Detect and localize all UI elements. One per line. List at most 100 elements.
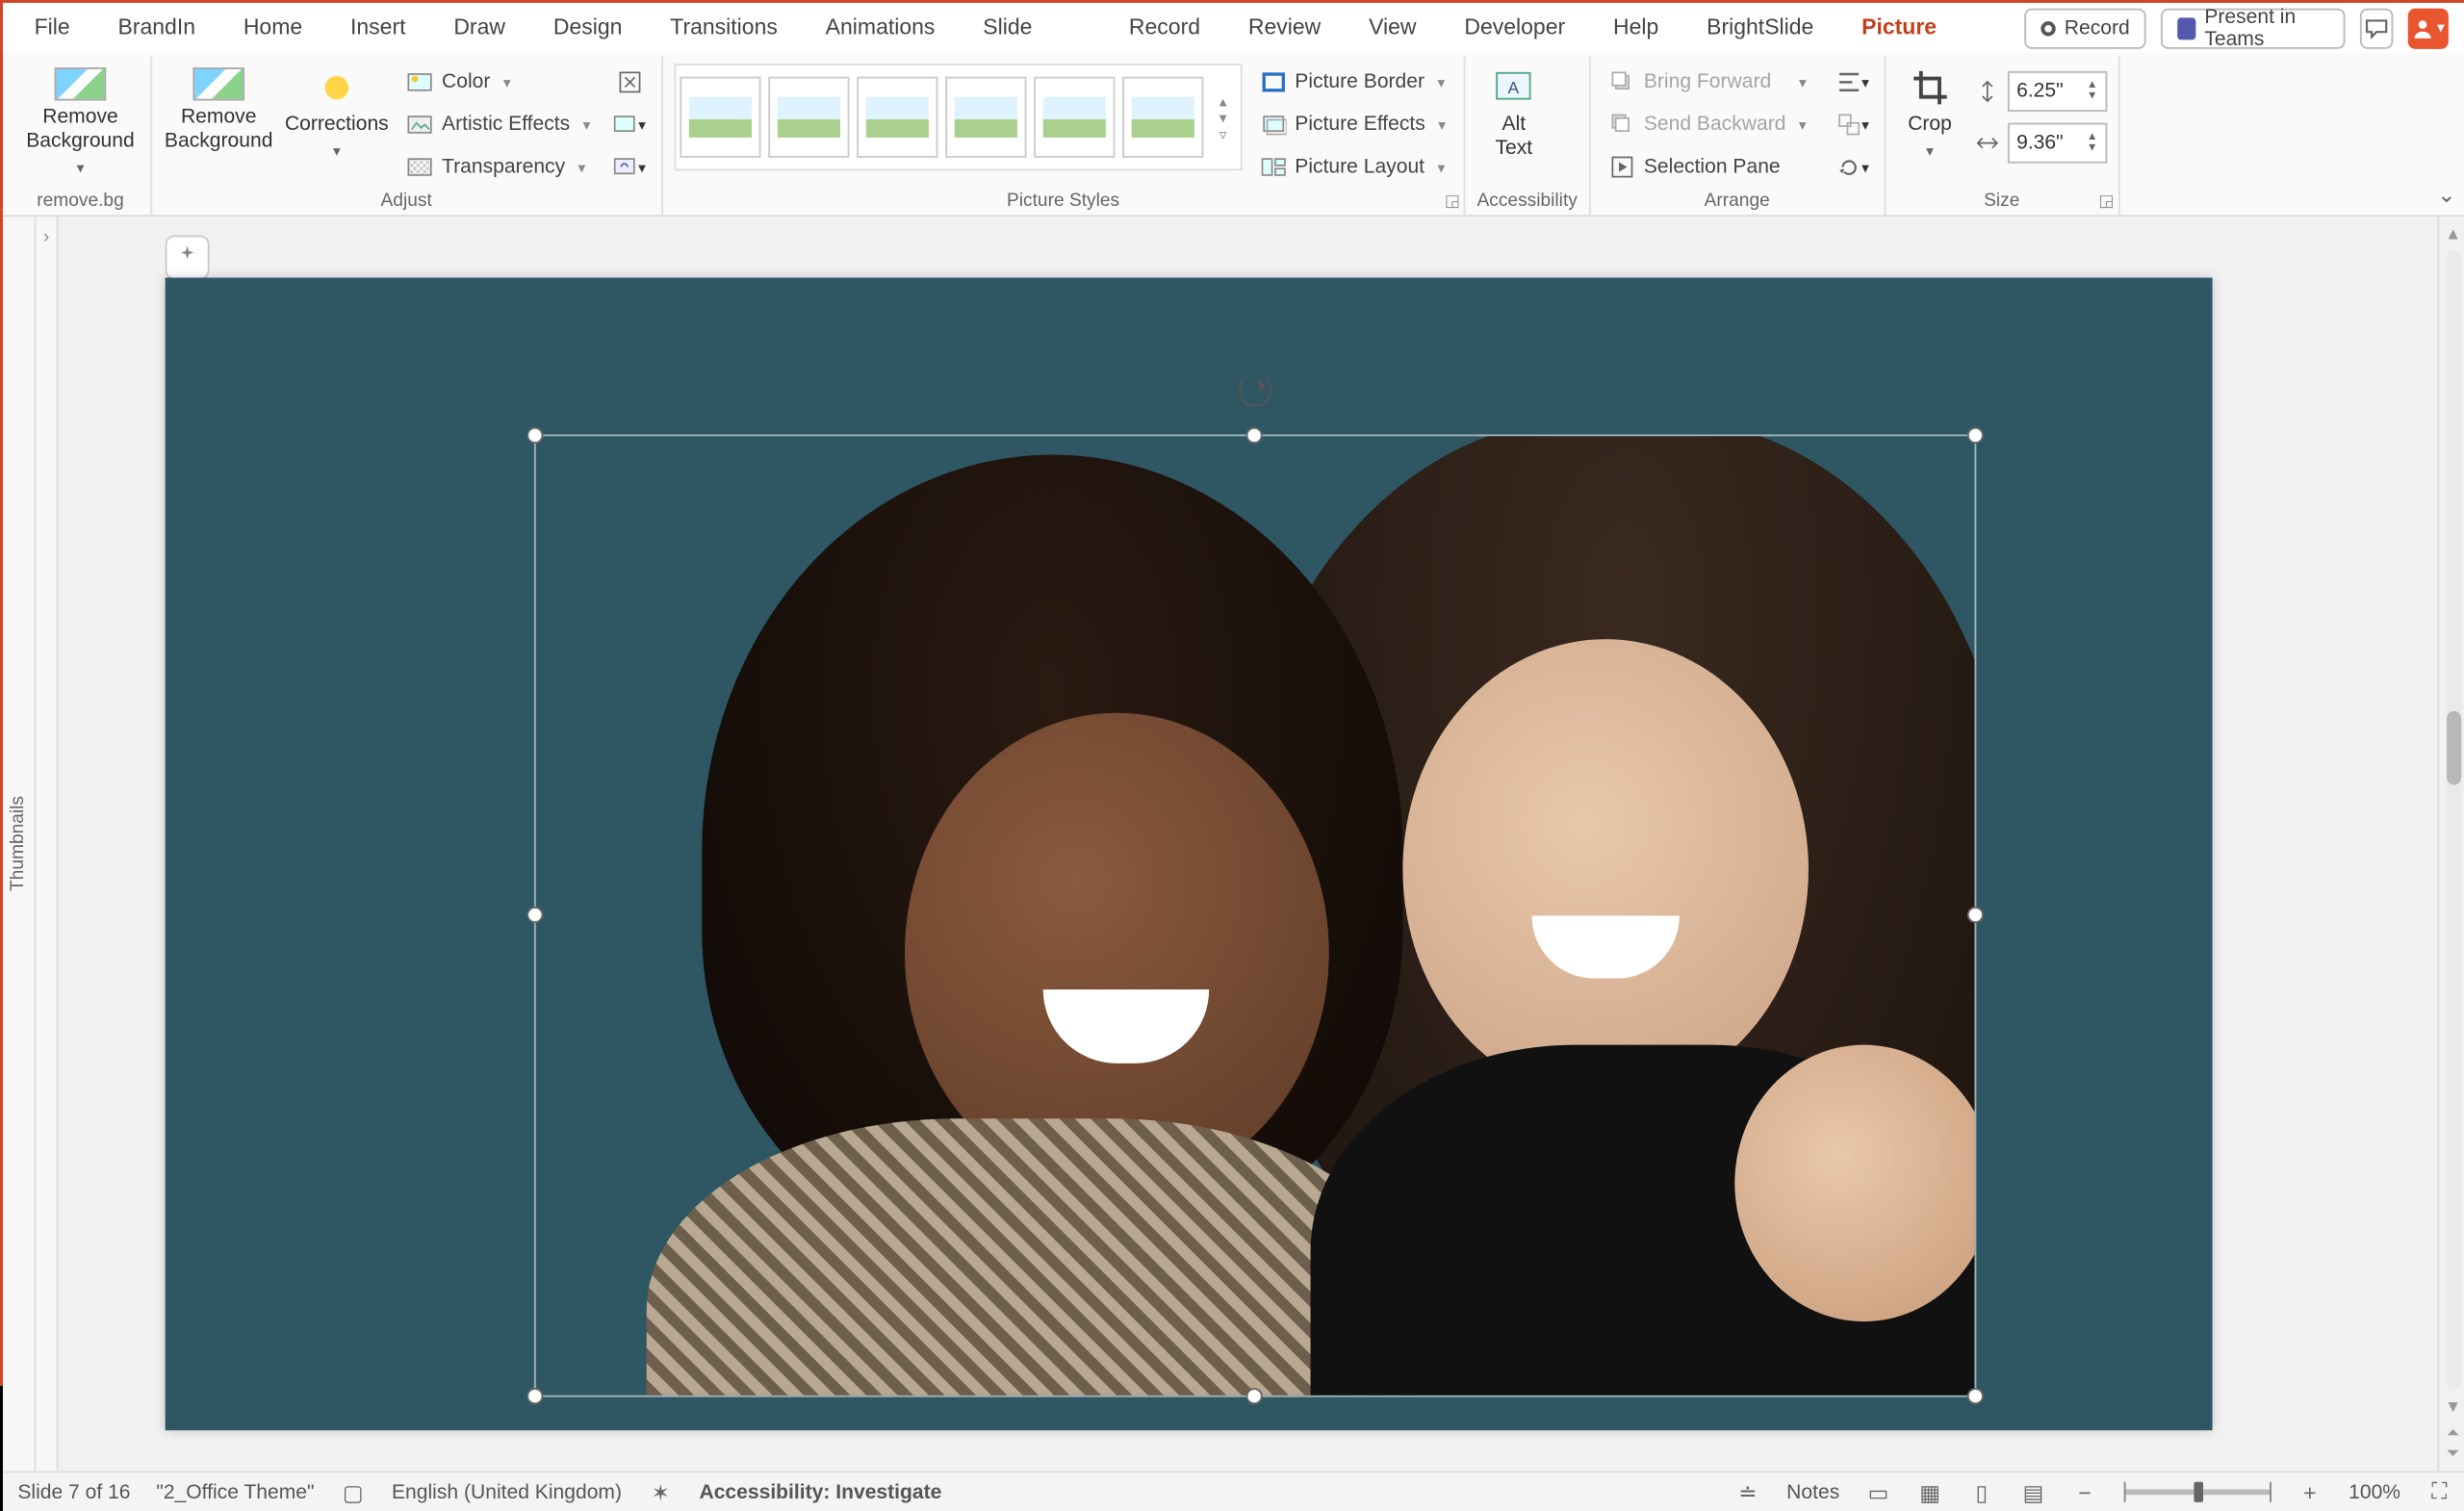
reset-picture-button[interactable]: ▾: [608, 148, 649, 185]
comments-button[interactable]: [2359, 8, 2392, 48]
picture-border-button[interactable]: Picture Border▾: [1252, 64, 1452, 100]
notes-button[interactable]: Notes: [1786, 1481, 1839, 1503]
scroll-up-icon[interactable]: ▲: [2445, 224, 2461, 243]
height-spinner[interactable]: ▲▼: [2087, 80, 2097, 102]
resize-handle-bl[interactable]: [526, 1388, 543, 1404]
picture-effects-button[interactable]: Picture Effects▾: [1252, 106, 1452, 142]
fit-to-window-button[interactable]: ⛶: [2426, 1479, 2452, 1505]
resize-handle-tr[interactable]: [1967, 427, 1984, 444]
resize-handle-tl[interactable]: [526, 427, 543, 444]
picture-styles-gallery[interactable]: ▴▾▿: [674, 64, 1242, 170]
thumbnails-expand[interactable]: ›: [36, 217, 58, 1471]
style-option[interactable]: [1121, 77, 1202, 158]
style-option[interactable]: [1033, 77, 1114, 158]
tab-insert[interactable]: Insert: [326, 3, 429, 53]
style-option[interactable]: [767, 77, 848, 158]
zoom-slider[interactable]: [2123, 1489, 2271, 1495]
corrections-button[interactable]: Corrections ▾: [285, 64, 388, 160]
scroll-thumb[interactable]: [2446, 711, 2460, 785]
artistic-effects-button[interactable]: Artistic Effects▾: [399, 106, 598, 142]
scroll-down-icon[interactable]: ▼: [2445, 1397, 2461, 1416]
slide[interactable]: [166, 278, 2213, 1431]
height-field[interactable]: 6.25"▲▼: [1974, 71, 2107, 112]
width-spinner[interactable]: ▲▼: [2087, 132, 2097, 154]
tab-brightslide[interactable]: BrightSlide: [1682, 3, 1837, 53]
align-button[interactable]: ▾: [1832, 64, 1872, 100]
reading-view-icon[interactable]: ▯: [1968, 1479, 1994, 1505]
record-button[interactable]: Record: [2024, 8, 2146, 48]
picture-layout-button[interactable]: Picture Layout▾: [1252, 148, 1452, 185]
tab-draw[interactable]: Draw: [429, 3, 529, 53]
styles-dialog-launcher[interactable]: ◲: [1445, 191, 1460, 211]
tab-record[interactable]: Record: [1105, 3, 1224, 53]
workspace: Thumbnails ›: [3, 217, 2464, 1471]
transparency-button[interactable]: Transparency▾: [399, 148, 598, 185]
normal-view-icon[interactable]: ▭: [1865, 1479, 1891, 1505]
resize-handle-b[interactable]: [1246, 1388, 1263, 1404]
removebg-button[interactable]: Remove Background ▾: [21, 64, 140, 176]
zoom-out-button[interactable]: −: [2072, 1479, 2098, 1505]
inserted-picture[interactable]: [536, 436, 1975, 1395]
chevron-down-icon: ▾: [578, 159, 586, 175]
group-button[interactable]: ▾: [1832, 106, 1872, 142]
size-dialog-launcher[interactable]: ◲: [2098, 191, 2114, 211]
zoom-value[interactable]: 100%: [2348, 1481, 2400, 1503]
crop-button[interactable]: Crop ▾: [1897, 64, 1964, 160]
tab-animations[interactable]: Animations: [802, 3, 960, 53]
style-option[interactable]: [679, 77, 759, 158]
change-picture-button[interactable]: ▾: [608, 106, 649, 142]
designer-suggestion-button[interactable]: [166, 235, 210, 279]
language-indicator[interactable]: English (United Kingdom): [392, 1481, 622, 1503]
style-option[interactable]: [856, 77, 937, 158]
tab-home[interactable]: Home: [219, 3, 326, 53]
spellcheck-icon[interactable]: ▢: [340, 1479, 366, 1505]
slide-canvas-area[interactable]: [58, 217, 2437, 1471]
collapse-ribbon-button[interactable]: ⌄: [2437, 182, 2455, 208]
style-option[interactable]: [944, 77, 1025, 158]
slideshow-view-icon[interactable]: ▤: [2020, 1479, 2046, 1505]
rotation-handle[interactable]: [1239, 373, 1271, 406]
account-button[interactable]: ▾: [2407, 8, 2449, 48]
tab-review[interactable]: Review: [1224, 3, 1345, 53]
accessibility-status[interactable]: Accessibility: Investigate: [699, 1481, 941, 1503]
width-icon: [1974, 130, 2000, 156]
color-icon: [407, 69, 433, 95]
notes-icon[interactable]: ≐: [1735, 1479, 1761, 1505]
tab-help[interactable]: Help: [1589, 3, 1682, 53]
resize-handle-br[interactable]: [1967, 1388, 1984, 1404]
send-backward-button[interactable]: Send Backward ▾: [1602, 106, 1814, 142]
tab-brandin[interactable]: BrandIn: [94, 3, 219, 53]
tab-transitions[interactable]: Transitions: [646, 3, 801, 53]
tab-developer[interactable]: Developer: [1440, 3, 1589, 53]
tab-view[interactable]: View: [1345, 3, 1440, 53]
compress-pictures-button[interactable]: [608, 64, 649, 100]
scroll-track[interactable]: [2446, 250, 2460, 1390]
tab-design[interactable]: Design: [529, 3, 646, 53]
thumbnails-pane[interactable]: Thumbnails: [3, 217, 36, 1471]
zoom-in-button[interactable]: +: [2297, 1479, 2323, 1505]
color-button[interactable]: Color▾: [399, 64, 598, 100]
width-field[interactable]: 9.36"▲▼: [1974, 123, 2107, 164]
tab-picture-format[interactable]: Picture Format: [1837, 3, 2023, 53]
alt-text-button[interactable]: A Alt Text: [1476, 64, 1551, 162]
group-icon: [1835, 112, 1861, 138]
picture-selection[interactable]: [534, 434, 1976, 1396]
gallery-more[interactable]: ▴▾▿: [1210, 92, 1236, 142]
resize-handle-l[interactable]: [526, 907, 543, 923]
zoom-thumb[interactable]: [2194, 1482, 2203, 1502]
accessibility-icon[interactable]: ✶: [648, 1479, 674, 1505]
bring-forward-button[interactable]: Bring Forward ▾: [1602, 64, 1814, 100]
next-slide-icon[interactable]: ⏷: [2447, 1444, 2460, 1464]
slide-indicator[interactable]: Slide 7 of 16: [17, 1481, 130, 1503]
tab-slideshow[interactable]: Slide Show: [959, 3, 1105, 53]
vertical-scrollbar[interactable]: ▲ ▼ ⏶ ⏷: [2437, 217, 2464, 1471]
selection-pane-button[interactable]: Selection Pane: [1602, 148, 1814, 185]
present-in-teams-button[interactable]: Present in Teams: [2161, 8, 2344, 48]
rotate-button[interactable]: ▾: [1832, 148, 1872, 185]
remove-background-button[interactable]: Remove Background: [164, 64, 274, 154]
resize-handle-r[interactable]: [1967, 907, 1984, 923]
sorter-view-icon[interactable]: ▦: [1917, 1479, 1943, 1505]
prev-slide-icon[interactable]: ⏶: [2447, 1422, 2460, 1443]
resize-handle-t[interactable]: [1246, 427, 1263, 444]
tab-file[interactable]: File: [11, 3, 94, 53]
